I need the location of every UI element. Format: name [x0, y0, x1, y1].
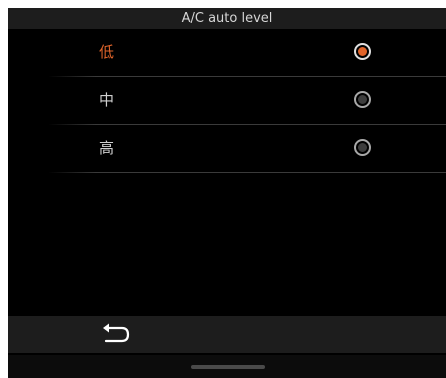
system-nav-strip	[8, 355, 446, 378]
option-high[interactable]: 高	[8, 125, 446, 173]
radio-dot	[358, 95, 367, 104]
option-high-radio[interactable]	[354, 139, 371, 156]
back-arrow-icon	[103, 323, 130, 343]
option-low-radio[interactable]	[354, 43, 371, 60]
bottom-bar	[8, 316, 446, 353]
page-title: A/C auto level	[8, 8, 446, 29]
auto-level-options: 低 中 高	[8, 29, 446, 173]
back-button[interactable]	[98, 322, 134, 348]
option-medium[interactable]: 中	[8, 77, 446, 125]
settings-screen: A/C auto level 低 中 高	[8, 8, 446, 378]
option-medium-radio[interactable]	[354, 91, 371, 108]
divider	[48, 172, 446, 173]
option-low[interactable]: 低	[8, 29, 446, 77]
option-low-label: 低	[99, 43, 115, 61]
option-medium-label: 中	[99, 91, 115, 109]
radio-dot	[358, 143, 367, 152]
option-high-label: 高	[99, 139, 115, 157]
radio-dot	[358, 47, 367, 56]
home-indicator[interactable]	[191, 365, 265, 369]
